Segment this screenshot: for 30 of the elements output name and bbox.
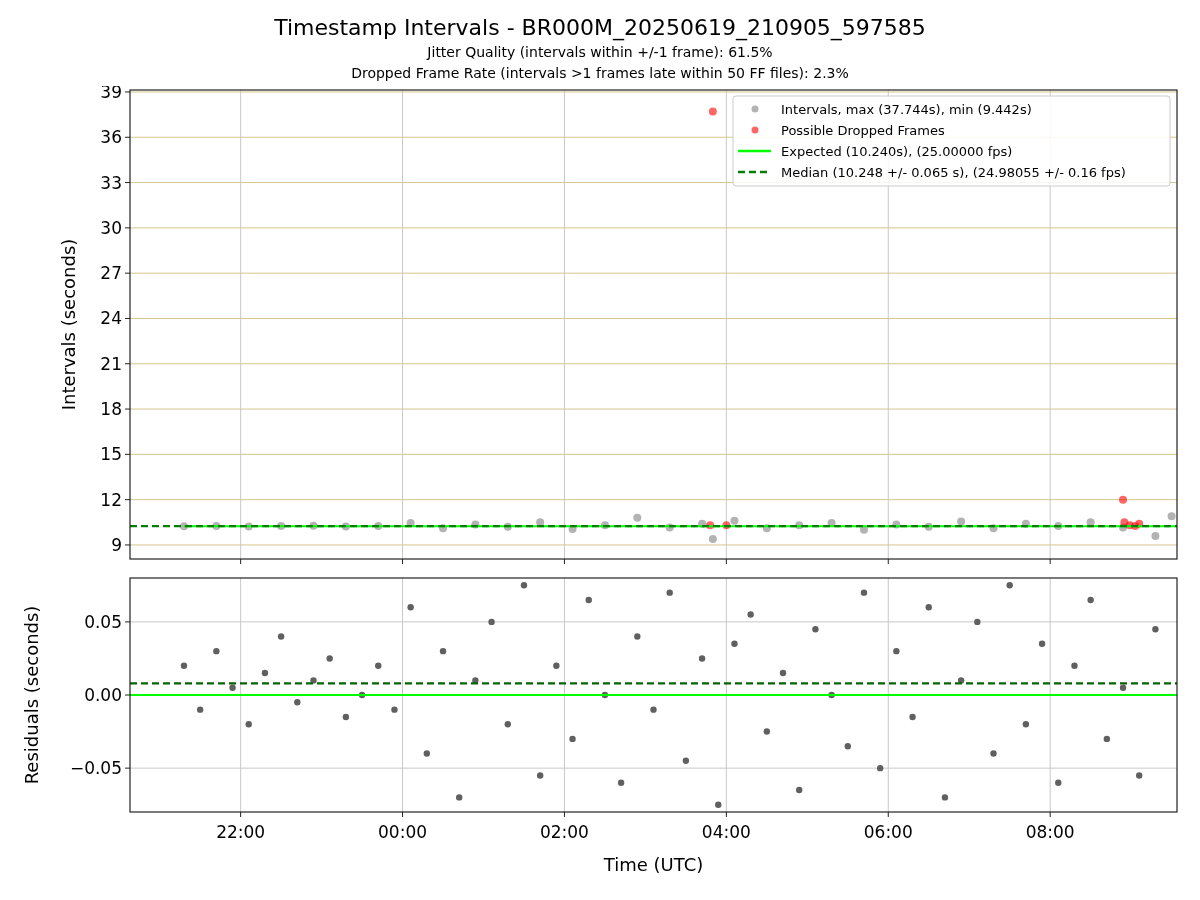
axis-title: Time (UTC): [603, 854, 704, 875]
tick-label: 22:00: [216, 822, 266, 842]
tick-label: 02:00: [539, 822, 589, 842]
tick-label: 24: [100, 308, 122, 329]
axis-title: Intervals (seconds): [58, 238, 79, 411]
tick-label: 00:00: [378, 822, 428, 842]
tick-label: 33: [100, 172, 122, 193]
tick-label: 27: [100, 263, 122, 284]
tick-label: 9: [111, 534, 122, 555]
chart-title: Timestamp Intervals - BR000M_20250619_210905_597585: [274, 14, 926, 42]
legend-label: Expected (10.240s), (25.00000 fps): [781, 144, 1013, 159]
tick-label: 0.00: [84, 685, 122, 705]
tick-label: 39: [100, 86, 122, 102]
tick-label: 06:00: [863, 822, 913, 842]
legend-label: Median (10.248 +/- 0.065 s), (24.98055 +/- 0.16 fps): [781, 165, 1126, 180]
axis-title: Residuals (seconds): [21, 605, 42, 785]
tick-label: 0.05: [84, 611, 122, 632]
tick-label: 18: [100, 399, 122, 420]
tick-label: 30: [100, 217, 122, 238]
tick-label: 36: [100, 127, 122, 148]
chart-subtitle: Jitter Quality (intervals within +/-1 frame): 61.5%: [427, 43, 773, 62]
tick-label: −0.05: [69, 758, 122, 779]
legend-label: Possible Dropped Frames: [781, 123, 945, 138]
tick-label: 08:00: [1025, 822, 1075, 842]
tick-label: 21: [100, 353, 122, 374]
chart-subtitle: Dropped Frame Rate (intervals >1 frames late within 50 FF files): 2.3%: [351, 64, 849, 83]
tick-label: 15: [100, 444, 122, 465]
legend-label: Intervals, max (37.744s), min (9.442s): [781, 102, 1032, 117]
tick-label: 12: [100, 489, 122, 510]
tick-label: 04:00: [701, 822, 751, 842]
